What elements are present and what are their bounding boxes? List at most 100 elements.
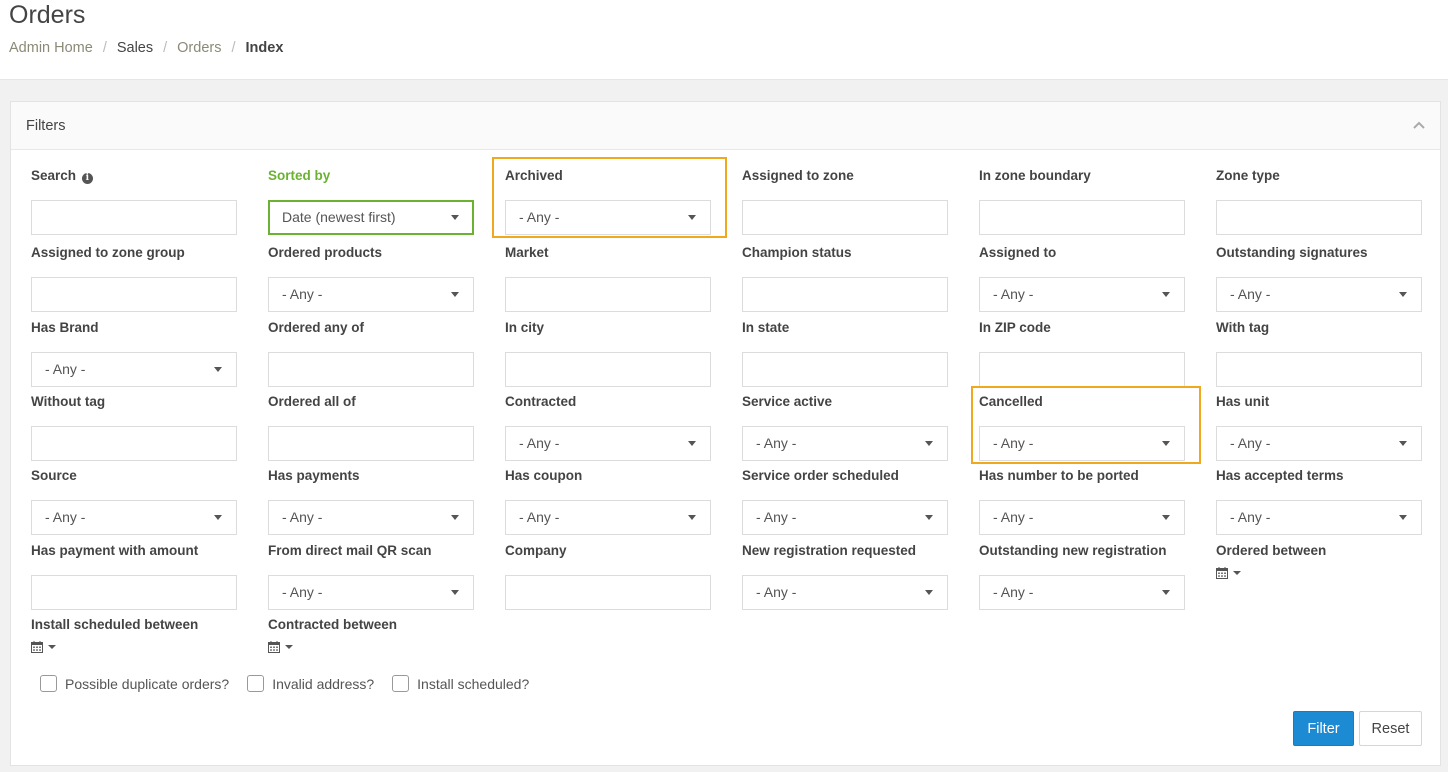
contracted-select[interactable]: - Any - (505, 426, 711, 461)
from-direct-mail-qr-scan-label: From direct mail QR scan (268, 542, 474, 560)
label-text: Has number to be ported (979, 468, 1139, 483)
company-input[interactable] (505, 575, 711, 610)
checkbox-box[interactable] (247, 675, 265, 692)
ordered-between-label: Ordered between (1216, 542, 1422, 560)
ordered-between-date-picker[interactable] (1216, 567, 1241, 579)
select-value: - Any - (756, 584, 797, 600)
has-number-to-be-ported-select[interactable]: - Any - (979, 500, 1185, 535)
has-unit-select[interactable]: - Any - (1216, 426, 1422, 461)
contracted-label: Contracted (505, 393, 711, 411)
company-label: Company (505, 542, 711, 560)
assigned-to-zone-input[interactable] (742, 200, 948, 235)
has-payment-with-amount-field: Has payment with amount (31, 542, 237, 610)
label-text: New registration requested (742, 543, 917, 558)
label-text: Assigned to zone group (31, 245, 185, 260)
select-value: - Any - (282, 509, 323, 525)
select-value: - Any - (993, 509, 1034, 525)
possible-duplicate-orders-checkbox[interactable]: Possible duplicate orders? (40, 675, 229, 692)
sorted-by-field: Sorted by Date (newest first) (268, 167, 474, 235)
page-header: Orders Admin Home / Sales / Orders / Ind… (0, 0, 1448, 80)
invalid-address-checkbox[interactable]: Invalid address? (247, 675, 374, 692)
ordered-products-field: Ordered products - Any - (268, 244, 474, 312)
label-text: Has payments (268, 468, 360, 483)
caret-down-icon (1399, 441, 1407, 446)
filters-panel-header[interactable]: Filters (11, 102, 1440, 150)
market-label: Market (505, 244, 711, 262)
service-order-scheduled-select[interactable]: - Any - (742, 500, 948, 535)
assigned-to-select[interactable]: - Any - (979, 277, 1185, 312)
filter-button[interactable]: Filter (1293, 711, 1354, 746)
source-select[interactable]: - Any - (31, 500, 237, 535)
breadcrumb-admin-home[interactable]: Admin Home (9, 40, 93, 56)
chevron-up-icon[interactable] (1412, 120, 1426, 132)
in-zone-boundary-input[interactable] (979, 200, 1185, 235)
checkbox-label: Invalid address? (272, 675, 375, 692)
market-input[interactable] (505, 277, 711, 312)
reset-button[interactable]: Reset (1359, 711, 1422, 746)
cancelled-highlight (971, 386, 1201, 464)
label-text: Has Brand (31, 320, 99, 335)
ordered-all-of-input[interactable] (268, 426, 474, 461)
ordered-any-of-input[interactable] (268, 352, 474, 387)
label-text: Ordered between (1216, 543, 1327, 558)
checkbox-box[interactable] (392, 675, 410, 692)
label-text: Outstanding new registration (979, 543, 1167, 558)
select-value: - Any - (993, 286, 1034, 302)
info-icon[interactable]: i (81, 173, 93, 184)
install-scheduled-checkbox[interactable]: Install scheduled? (392, 675, 529, 692)
zone-type-input[interactable] (1216, 200, 1422, 235)
service-active-select[interactable]: - Any - (742, 426, 948, 461)
with-tag-input[interactable] (1216, 352, 1422, 387)
new-registration-requested-select[interactable]: - Any - (742, 575, 948, 610)
install-scheduled-between-date-picker[interactable] (31, 641, 56, 653)
has-number-to-be-ported-field: Has number to be ported - Any - (979, 467, 1185, 535)
label-text: Outstanding signatures (1216, 245, 1368, 260)
assigned-to-zone-group-input[interactable] (31, 277, 237, 312)
search-field: Search i (31, 167, 237, 235)
assigned-to-field: Assigned to - Any - (979, 244, 1185, 312)
has-payments-select[interactable]: - Any - (268, 500, 474, 535)
label-text: Ordered products (268, 245, 383, 260)
from-direct-mail-qr-scan-select[interactable]: - Any - (268, 575, 474, 610)
has-coupon-select[interactable]: - Any - (505, 500, 711, 535)
sorted-by-select[interactable]: Date (newest first) (268, 200, 474, 235)
in-state-input[interactable] (742, 352, 948, 387)
contracted-between-date-picker[interactable] (268, 641, 293, 653)
breadcrumb-separator: / (102, 40, 107, 56)
breadcrumb-orders[interactable]: Orders (177, 40, 221, 56)
label-text: Zone type (1216, 168, 1280, 183)
has-accepted-terms-select[interactable]: - Any - (1216, 500, 1422, 535)
champion-status-label: Champion status (742, 244, 948, 262)
label-text: Service order scheduled (742, 468, 899, 483)
new-registration-requested-field: New registration requested - Any - (742, 542, 948, 610)
has-brand-select[interactable]: - Any - (31, 352, 237, 387)
calendar-icon (1216, 567, 1228, 579)
has-payment-with-amount-input[interactable] (31, 575, 237, 610)
label-text: Install scheduled between (31, 617, 199, 632)
without-tag-input[interactable] (31, 426, 237, 461)
breadcrumb-separator: / (163, 40, 168, 56)
search-input[interactable] (31, 200, 237, 235)
service-order-scheduled-field: Service order scheduled - Any - (742, 467, 948, 535)
label-text: Has accepted terms (1216, 468, 1344, 483)
select-value: - Any - (993, 584, 1034, 600)
select-value: Date (newest first) (282, 209, 396, 225)
caret-down-icon (1162, 590, 1170, 595)
service-active-label: Service active (742, 393, 948, 411)
label-text: Has coupon (505, 468, 583, 483)
in-zip-code-input[interactable] (979, 352, 1185, 387)
select-value: - Any - (1230, 435, 1271, 451)
outstanding-signatures-label: Outstanding signatures (1216, 244, 1422, 262)
checkbox-box[interactable] (40, 675, 57, 692)
in-zip-code-label: In ZIP code (979, 319, 1185, 337)
ordered-products-select[interactable]: - Any - (268, 277, 474, 312)
champion-status-input[interactable] (742, 277, 948, 312)
caret-down-icon (1162, 515, 1170, 520)
label-text: From direct mail QR scan (268, 543, 432, 558)
has-brand-field: Has Brand - Any - (31, 319, 237, 387)
outstanding-new-registration-select[interactable]: - Any - (979, 575, 1185, 610)
outstanding-signatures-select[interactable]: - Any - (1216, 277, 1422, 312)
label-text: Market (505, 245, 549, 260)
in-city-input[interactable] (505, 352, 711, 387)
has-unit-label: Has unit (1216, 393, 1422, 411)
